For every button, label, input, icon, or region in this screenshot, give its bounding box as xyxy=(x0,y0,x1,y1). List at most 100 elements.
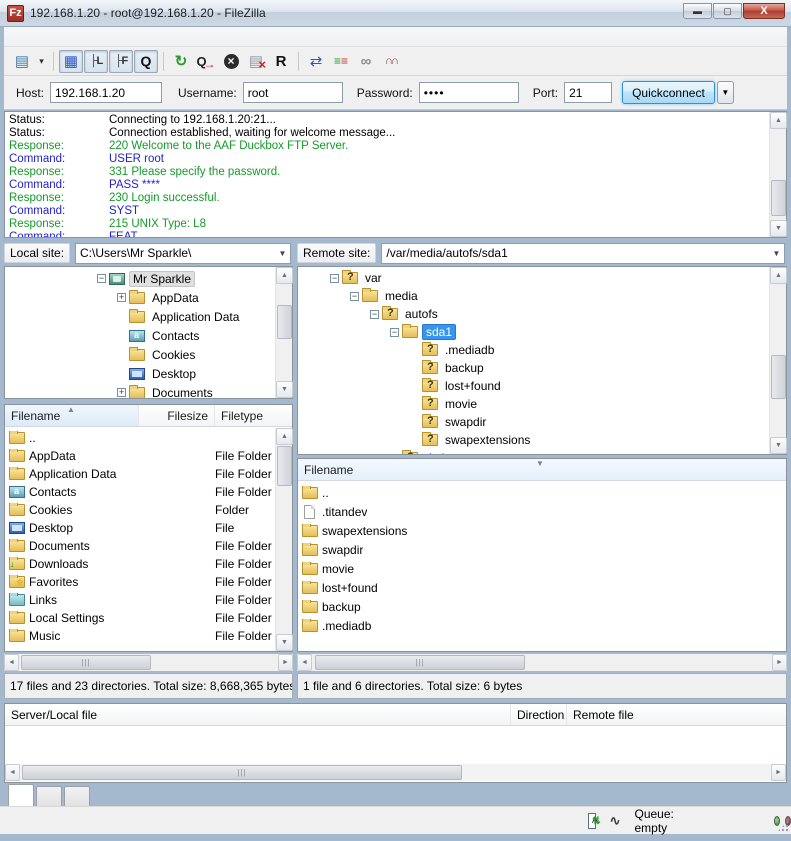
lost+found[interactable]: lost+found xyxy=(298,578,786,597)
Documents[interactable]: Documents File Folder xyxy=(5,537,292,555)
tree-item[interactable]: .mediadb xyxy=(298,341,786,359)
tree-item[interactable]: movie xyxy=(298,395,786,413)
tree-item[interactable]: swapextensions xyxy=(298,431,786,449)
tree-item-label[interactable]: backup xyxy=(442,361,487,375)
tree-item[interactable]: dvd xyxy=(298,449,786,455)
tree-expander-icon[interactable] xyxy=(330,274,339,283)
tree-expander-icon[interactable] xyxy=(117,293,126,302)
movie[interactable]: movie xyxy=(298,559,786,578)
port-input[interactable] xyxy=(564,82,612,103)
column-header-filetype[interactable]: Filetype xyxy=(215,405,292,426)
scroll-right-icon[interactable]: ► xyxy=(772,654,787,671)
tree-item[interactable]: autofs xyxy=(298,305,786,323)
scroll-up-icon[interactable]: ▲ xyxy=(276,428,293,445)
local-site-combobox[interactable]: C:\Users\Mr Sparkle\ ▼ xyxy=(75,243,291,264)
disconnect-button[interactable] xyxy=(244,50,268,73)
tree-item[interactable]: backup xyxy=(298,359,786,377)
toggle-queue-button[interactable] xyxy=(134,50,158,73)
maximize-button[interactable]: ▢ xyxy=(713,3,742,19)
chevron-down-icon[interactable]: ▼ xyxy=(275,244,290,263)
scroll-up-icon[interactable]: ▲ xyxy=(770,267,787,284)
tree-item-label[interactable]: Application Data xyxy=(149,310,242,324)
menu-item[interactable] xyxy=(74,35,90,39)
tree-item[interactable]: Application Data xyxy=(5,307,292,326)
column-header-remote-file[interactable]: Remote file xyxy=(567,704,786,725)
tree-item[interactable]: media xyxy=(298,287,786,305)
Cookies[interactable]: Cookies Folder xyxy=(5,501,292,519)
scroll-thumb[interactable] xyxy=(277,446,292,486)
tree-expander-icon[interactable] xyxy=(390,328,399,337)
site-manager-button[interactable] xyxy=(10,50,34,73)
tree-item-label[interactable]: swapextensions xyxy=(442,433,533,447)
local-list-scrollbar[interactable]: ▲ ▼ xyxy=(275,428,292,651)
chevron-down-icon[interactable]: ▼ xyxy=(769,244,784,263)
Downloads[interactable]: Downloads File Folder xyxy=(5,555,292,573)
quickconnect-dropdown[interactable]: ▼ xyxy=(717,81,734,104)
scroll-right-icon[interactable]: ► xyxy=(771,764,786,781)
Music[interactable]: Music File Folder xyxy=(5,627,292,645)
quickconnect-button[interactable]: Quickconnect xyxy=(622,81,715,104)
swapextensions[interactable]: swapextensions xyxy=(298,521,786,540)
site-manager-dropdown[interactable] xyxy=(35,50,48,73)
..[interactable]: .. xyxy=(5,429,292,447)
backup[interactable]: backup xyxy=(298,597,786,616)
menu-item[interactable] xyxy=(122,35,138,39)
Desktop[interactable]: Desktop File xyxy=(5,519,292,537)
menu-item[interactable] xyxy=(106,35,122,39)
remote-directory-tree[interactable]: var media autofs sda1 .mediadb back xyxy=(297,266,787,455)
tree-item[interactable]: lost+found xyxy=(298,377,786,395)
..[interactable]: .. xyxy=(298,483,786,502)
scroll-up-icon[interactable]: ▲ xyxy=(276,267,293,284)
tree-item-label[interactable]: Desktop xyxy=(149,367,199,381)
AppData[interactable]: AppData File Folder xyxy=(5,447,292,465)
menu-item[interactable] xyxy=(58,35,74,39)
queue-tab[interactable] xyxy=(8,784,34,806)
tree-item-label[interactable]: media xyxy=(382,289,421,303)
local-tree-scrollbar[interactable]: ▲ ▼ xyxy=(275,267,292,398)
menu-item[interactable] xyxy=(42,35,58,39)
message-log[interactable]: Status: Connecting to 192.168.1.20:21...… xyxy=(4,111,787,238)
scroll-down-icon[interactable]: ▼ xyxy=(276,634,293,651)
title-bar[interactable]: Fz 192.168.1.20 - root@192.168.1.20 - Fi… xyxy=(0,0,791,27)
tree-item-label[interactable]: Cookies xyxy=(149,348,198,362)
scroll-up-icon[interactable]: ▲ xyxy=(770,112,787,129)
username-input[interactable] xyxy=(243,82,343,103)
speed-limits-icon[interactable]: ∿ xyxy=(610,813,621,829)
tree-item-label[interactable]: var xyxy=(362,271,385,285)
Favorites[interactable]: Favorites File Folder xyxy=(5,573,292,591)
Contacts[interactable]: Contacts File Folder xyxy=(5,483,292,501)
tree-item-label[interactable]: .mediadb xyxy=(442,343,497,357)
transfer-queue[interactable]: Server/Local file Direction Remote file … xyxy=(4,703,787,783)
scroll-left-icon[interactable]: ◄ xyxy=(4,654,19,671)
scroll-thumb[interactable] xyxy=(771,180,786,216)
log-scrollbar[interactable]: ▲ ▼ xyxy=(769,112,786,237)
tree-item[interactable]: Documents xyxy=(5,383,292,399)
reconnect-button[interactable] xyxy=(269,50,293,73)
swapdir[interactable]: swapdir xyxy=(298,540,786,559)
local-file-list[interactable]: Filename Filesize Filetype ▲ .. AppData xyxy=(4,404,293,652)
toggle-remote-tree-button[interactable] xyxy=(109,50,133,73)
.titandev[interactable]: .titandev xyxy=(298,502,786,521)
tree-item[interactable]: swapdir xyxy=(298,413,786,431)
tree-item-label[interactable]: swapdir xyxy=(442,415,489,429)
close-button[interactable]: X xyxy=(743,3,785,19)
toggle-message-log-button[interactable] xyxy=(59,50,83,73)
tree-item-label[interactable]: autofs xyxy=(402,307,441,321)
tree-item[interactable]: Mr Sparkle xyxy=(5,269,292,288)
find-files-button[interactable] xyxy=(379,50,403,73)
menu-item[interactable] xyxy=(10,35,26,39)
scroll-down-icon[interactable]: ▼ xyxy=(276,381,293,398)
local-directory-tree[interactable]: Mr Sparkle AppData Application Data Cont… xyxy=(4,266,293,399)
tree-item-label[interactable]: AppData xyxy=(149,291,202,305)
synchronized-browsing-button[interactable] xyxy=(304,50,328,73)
tree-expander-icon[interactable] xyxy=(370,310,379,319)
password-input[interactable] xyxy=(419,82,519,103)
queue-tab[interactable] xyxy=(36,786,62,806)
Application Data[interactable]: Application Data File Folder xyxy=(5,465,292,483)
Local Settings[interactable]: Local Settings File Folder xyxy=(5,609,292,627)
tree-expander-icon[interactable] xyxy=(350,292,359,301)
menu-item[interactable] xyxy=(26,35,42,39)
minimize-button[interactable]: ▬ xyxy=(683,3,712,19)
refresh-button[interactable] xyxy=(169,50,193,73)
tree-item[interactable]: var xyxy=(298,269,786,287)
